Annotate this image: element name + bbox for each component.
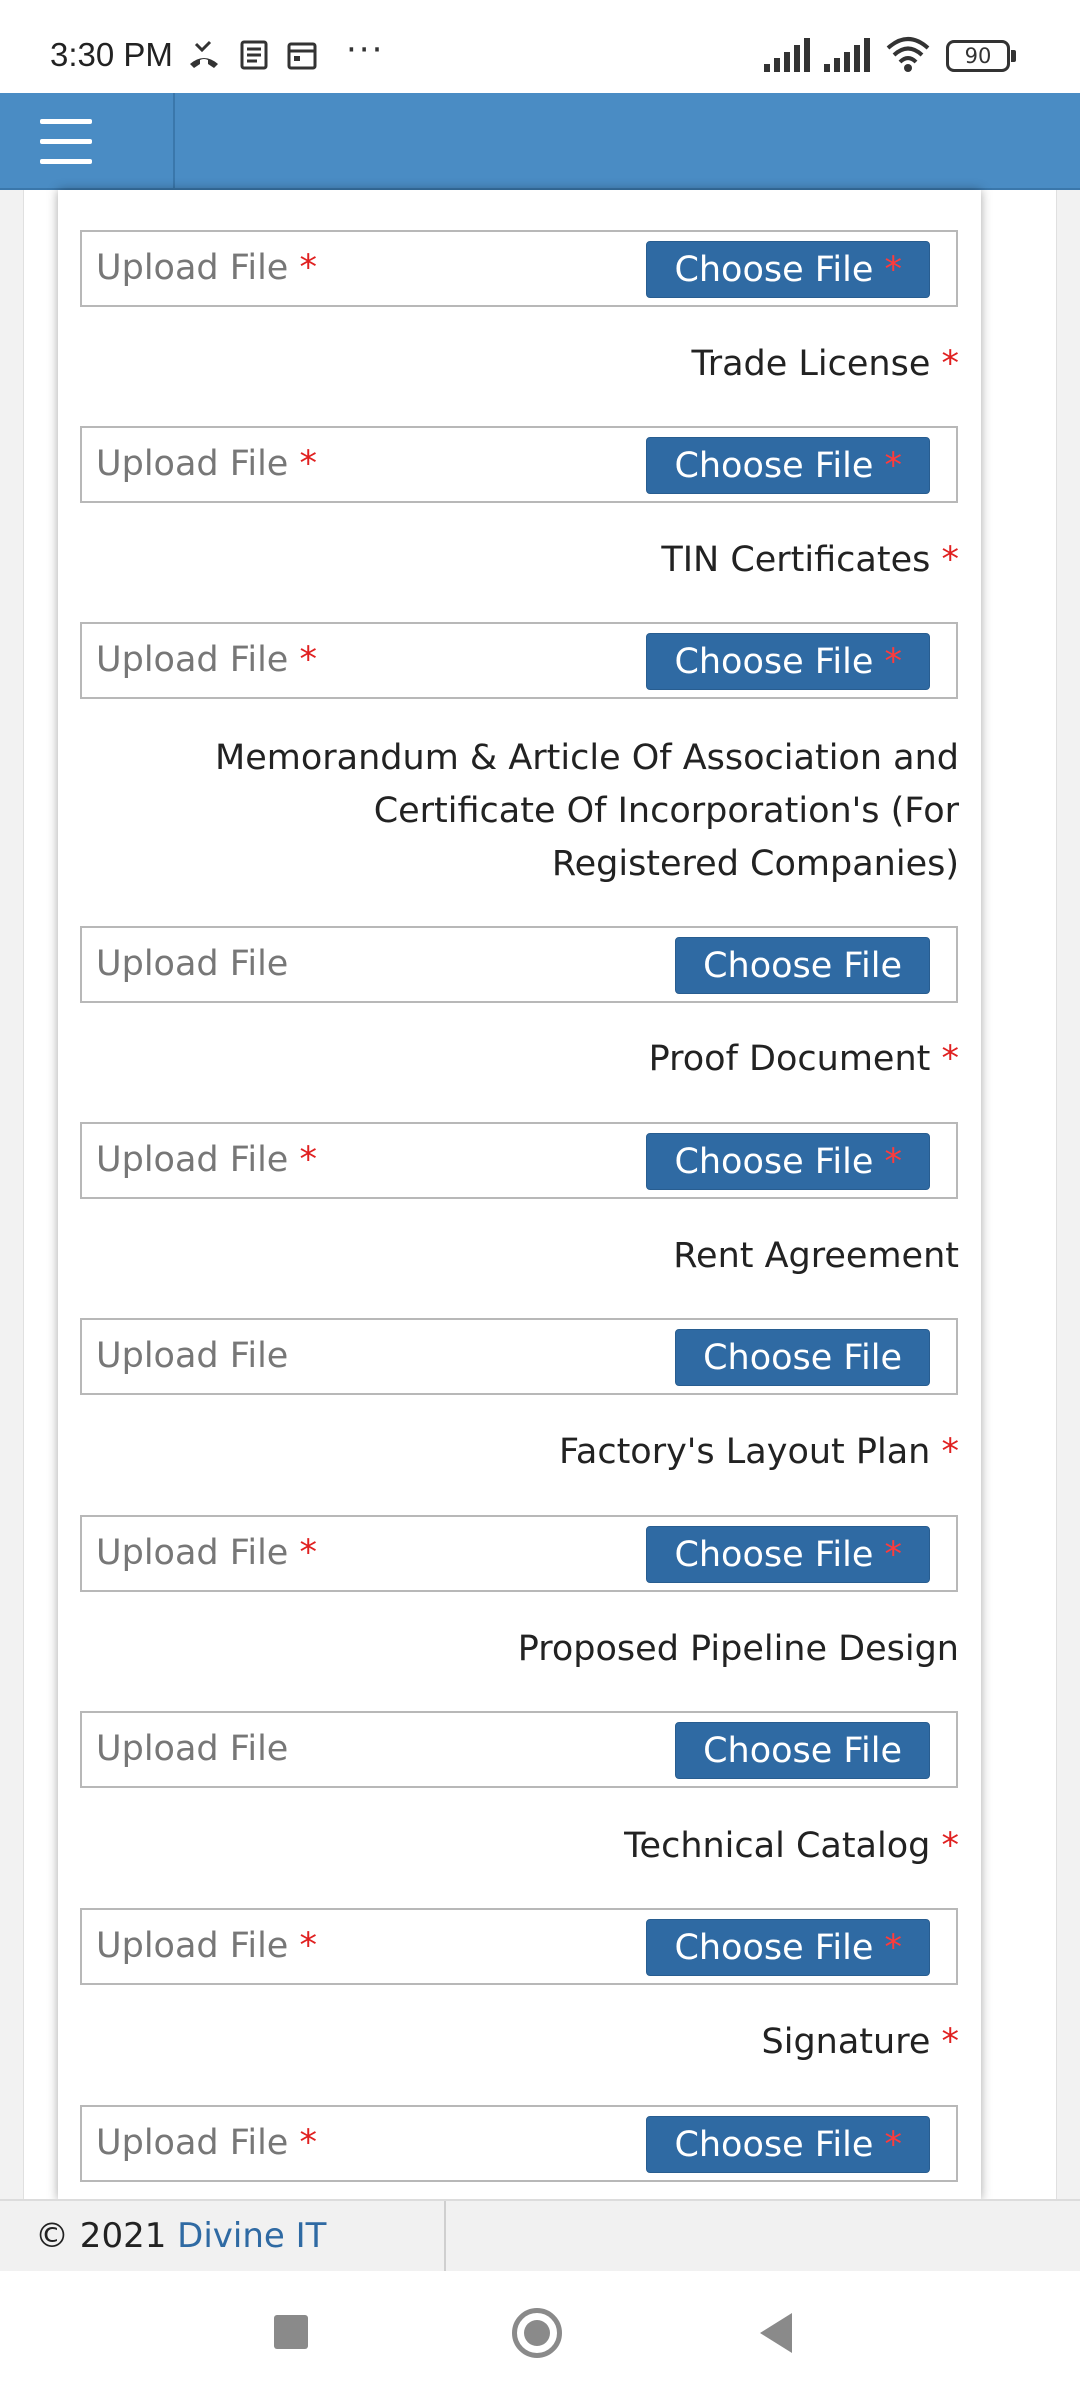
upload-placeholder: Upload File *: [96, 2123, 317, 2163]
battery-tip: [1011, 50, 1016, 62]
label-signature: Signature *: [761, 2022, 960, 2062]
upload-row-signature[interactable]: Upload File * Choose File *: [80, 2105, 958, 2182]
hamburger-icon-line: [40, 139, 92, 144]
status-time: 3:30 PM: [50, 36, 173, 73]
battery-icon: 90: [946, 40, 1010, 72]
signal-icon: [764, 38, 810, 72]
upload-placeholder: Upload File: [96, 1729, 289, 1769]
menu-button[interactable]: [0, 93, 175, 188]
label-trade-license: Trade License *: [691, 344, 959, 384]
system-nav-bar: [0, 2271, 1080, 2400]
upload-row-memorandum[interactable]: Upload File Choose File: [80, 926, 958, 1003]
label-memorandum: Memorandum & Article Of Association and …: [215, 738, 959, 884]
recent-apps-icon[interactable]: [274, 2315, 308, 2349]
choose-file-button[interactable]: Choose File: [675, 1722, 930, 1779]
choose-file-button[interactable]: Choose File: [675, 1329, 930, 1386]
news-icon: [240, 40, 268, 70]
label-proof-document: Proof Document *: [648, 1039, 959, 1079]
upload-row-technical-catalog[interactable]: Upload File * Choose File *: [80, 1908, 958, 1985]
upload-row-factory-layout-plan[interactable]: Upload File * Choose File *: [80, 1515, 958, 1592]
more-notifications-icon: ···: [346, 30, 385, 70]
upload-placeholder: Upload File *: [96, 1926, 317, 1966]
choose-file-button[interactable]: Choose File *: [646, 2116, 930, 2173]
signal-icon: [824, 38, 870, 72]
choose-file-button[interactable]: Choose File *: [646, 437, 930, 494]
upload-row-tin-certificates[interactable]: Upload File * Choose File *: [80, 622, 958, 699]
upload-placeholder: Upload File *: [96, 248, 317, 288]
status-bar: 3:30 PM ··· 90: [0, 0, 1080, 93]
choose-file-button[interactable]: Choose File *: [646, 1133, 930, 1190]
upload-row-proof-document[interactable]: Upload File * Choose File *: [80, 1122, 958, 1199]
upload-row-rent-agreement[interactable]: Upload File Choose File: [80, 1318, 958, 1395]
choose-file-button[interactable]: Choose File *: [646, 633, 930, 690]
label-tin-certificates: TIN Certificates *: [661, 540, 959, 580]
document-upload-form: Upload File * Choose File * Trade Licens…: [58, 190, 981, 2200]
label-factory-layout-plan: Factory's Layout Plan *: [558, 1432, 959, 1472]
upload-placeholder: Upload File *: [96, 640, 317, 680]
page-footer: © 2021 Divine IT Limited: [0, 2199, 1080, 2326]
battery-level: 90: [964, 44, 992, 68]
calendar-icon: [287, 42, 317, 70]
hamburger-icon: [40, 119, 92, 124]
wifi-icon: [886, 37, 930, 72]
choose-file-button[interactable]: Choose File *: [646, 241, 930, 298]
upload-placeholder: Upload File: [96, 944, 289, 984]
choose-file-button[interactable]: Choose File: [675, 937, 930, 994]
missed-call-icon: [190, 40, 218, 68]
upload-row-previous[interactable]: Upload File * Choose File *: [80, 230, 958, 307]
footer-copyright-cell: © 2021 Divine IT Limited: [0, 2201, 446, 2326]
label-technical-catalog: Technical Catalog *: [624, 1826, 959, 1866]
upload-row-trade-license[interactable]: Upload File * Choose File *: [80, 426, 958, 503]
upload-row-proposed-pipeline-design[interactable]: Upload File Choose File: [80, 1711, 958, 1788]
upload-placeholder: Upload File *: [96, 444, 317, 484]
hamburger-icon-line: [40, 159, 92, 164]
upload-placeholder: Upload File *: [96, 1533, 317, 1573]
app-header: [0, 93, 1080, 190]
choose-file-button[interactable]: Choose File *: [646, 1919, 930, 1976]
label-rent-agreement: Rent Agreement: [673, 1236, 959, 1276]
back-icon[interactable]: [760, 2313, 792, 2353]
home-icon[interactable]: [512, 2308, 562, 2358]
label-proposed-pipeline-design: Proposed Pipeline Design: [517, 1629, 959, 1669]
upload-placeholder: Upload File *: [96, 1140, 317, 1180]
choose-file-button[interactable]: Choose File *: [646, 1526, 930, 1583]
upload-placeholder: Upload File: [96, 1336, 289, 1376]
